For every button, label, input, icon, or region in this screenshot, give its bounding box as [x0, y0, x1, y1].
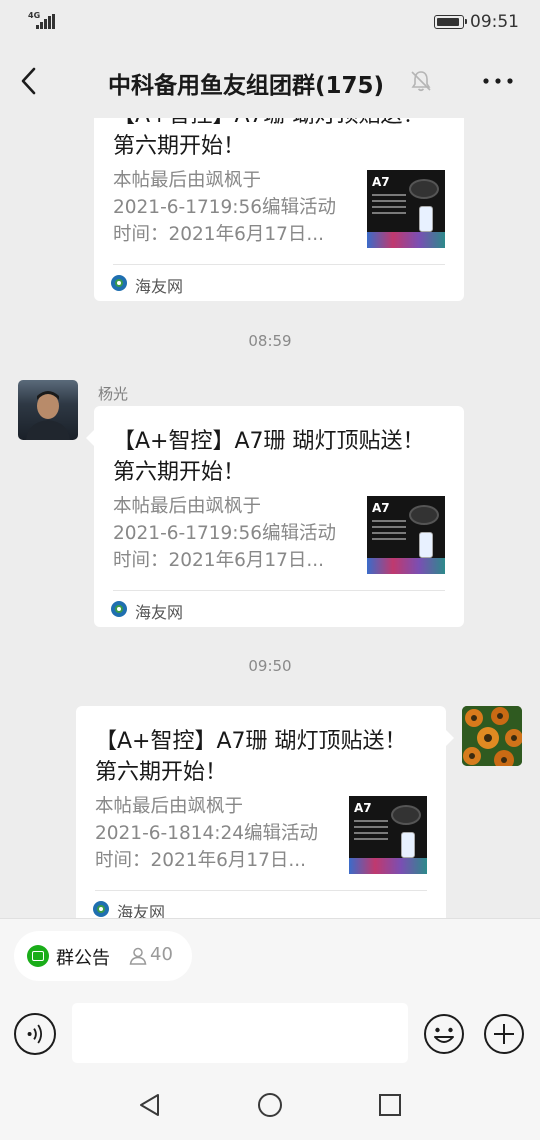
plus-icon[interactable] [483, 1013, 525, 1055]
card-thumbnail: A7 [367, 170, 445, 248]
card-source: 海友网 [135, 603, 184, 622]
status-bar: 4G 09:51 [0, 0, 540, 44]
card-source: 海友网 [135, 277, 184, 296]
card-thumbnail: A7 [349, 796, 427, 874]
nav-home-icon[interactable] [255, 1090, 285, 1120]
source-logo-icon [111, 275, 127, 291]
system-navigation-bar [0, 1070, 540, 1140]
member-count: 40 [150, 944, 173, 965]
card-divider [113, 590, 445, 591]
card-title: 【A+智控】A7珊 瑚灯顶贴送！第六期开始！ [113, 429, 425, 485]
card-thumbnail: A7 [367, 496, 445, 574]
card-description: 本帖最后由飒枫于 2021-6-1719:56编辑活动 时间：2021年6月17… [113, 496, 337, 571]
card-divider [95, 890, 427, 891]
signal-icon: 4G [28, 12, 58, 32]
chat-header: 中科备用鱼友组团群(175) [0, 44, 540, 118]
chat-title: 中科备用鱼友组团群(175) [108, 73, 385, 99]
source-logo-icon [93, 901, 109, 917]
voice-icon[interactable] [14, 1013, 56, 1055]
status-time: 09:51 [470, 12, 519, 32]
card-source: 海友网 [117, 903, 166, 918]
avatar[interactable] [18, 380, 78, 440]
timestamp: 09:50 [248, 657, 292, 675]
bell-muted-icon [411, 71, 431, 92]
card-description: 本帖最后由飒枫于 2021-6-1719:56编辑活动 时间：2021年6月17… [113, 170, 337, 245]
group-notice-button[interactable]: 群公告 40 [14, 931, 192, 981]
nav-back-icon[interactable] [135, 1090, 165, 1120]
person-icon [129, 947, 147, 965]
card-title: 【A+智控】A7珊 瑚灯顶贴送！第六期开始！ [113, 118, 425, 159]
card-title: 【A+智控】A7珊 瑚灯顶贴送！第六期开始！ [95, 729, 407, 785]
card-divider [113, 264, 445, 265]
source-logo-icon [111, 601, 127, 617]
battery-icon [434, 15, 467, 29]
group-notice-label: 群公告 [56, 948, 110, 969]
link-card[interactable]: 【A+智控】A7珊 瑚灯顶贴送！第六期开始！ 本帖最后由飒枫于 2021-6-1… [76, 706, 454, 918]
announcement-icon [27, 945, 49, 967]
timestamp: 08:59 [248, 332, 292, 350]
message-list[interactable]: 【A+智控】A7珊 瑚灯顶贴送！第六期开始！ 本帖最后由飒枫于 2021-6-1… [0, 118, 540, 918]
link-card[interactable]: 【A+智控】A7珊 瑚灯顶贴送！第六期开始！ 本帖最后由飒枫于 2021-6-1… [94, 118, 464, 301]
avatar-coral-photo [462, 706, 522, 766]
sender-name: 杨光 [98, 385, 129, 403]
card-description: 本帖最后由飒枫于 2021-6-1814:24编辑活动 时间：2021年6月17… [95, 796, 319, 871]
avatar[interactable] [462, 706, 522, 766]
chevron-left-icon[interactable] [14, 64, 44, 98]
more-dots-icon[interactable] [478, 64, 518, 98]
avatar-photo [26, 391, 70, 440]
emoji-icon[interactable] [423, 1013, 465, 1055]
message-input[interactable] [72, 1003, 408, 1063]
link-card[interactable]: 【A+智控】A7珊 瑚灯顶贴送！第六期开始！ 本帖最后由飒枫于 2021-6-1… [86, 406, 464, 627]
nav-recents-icon[interactable] [375, 1090, 405, 1120]
